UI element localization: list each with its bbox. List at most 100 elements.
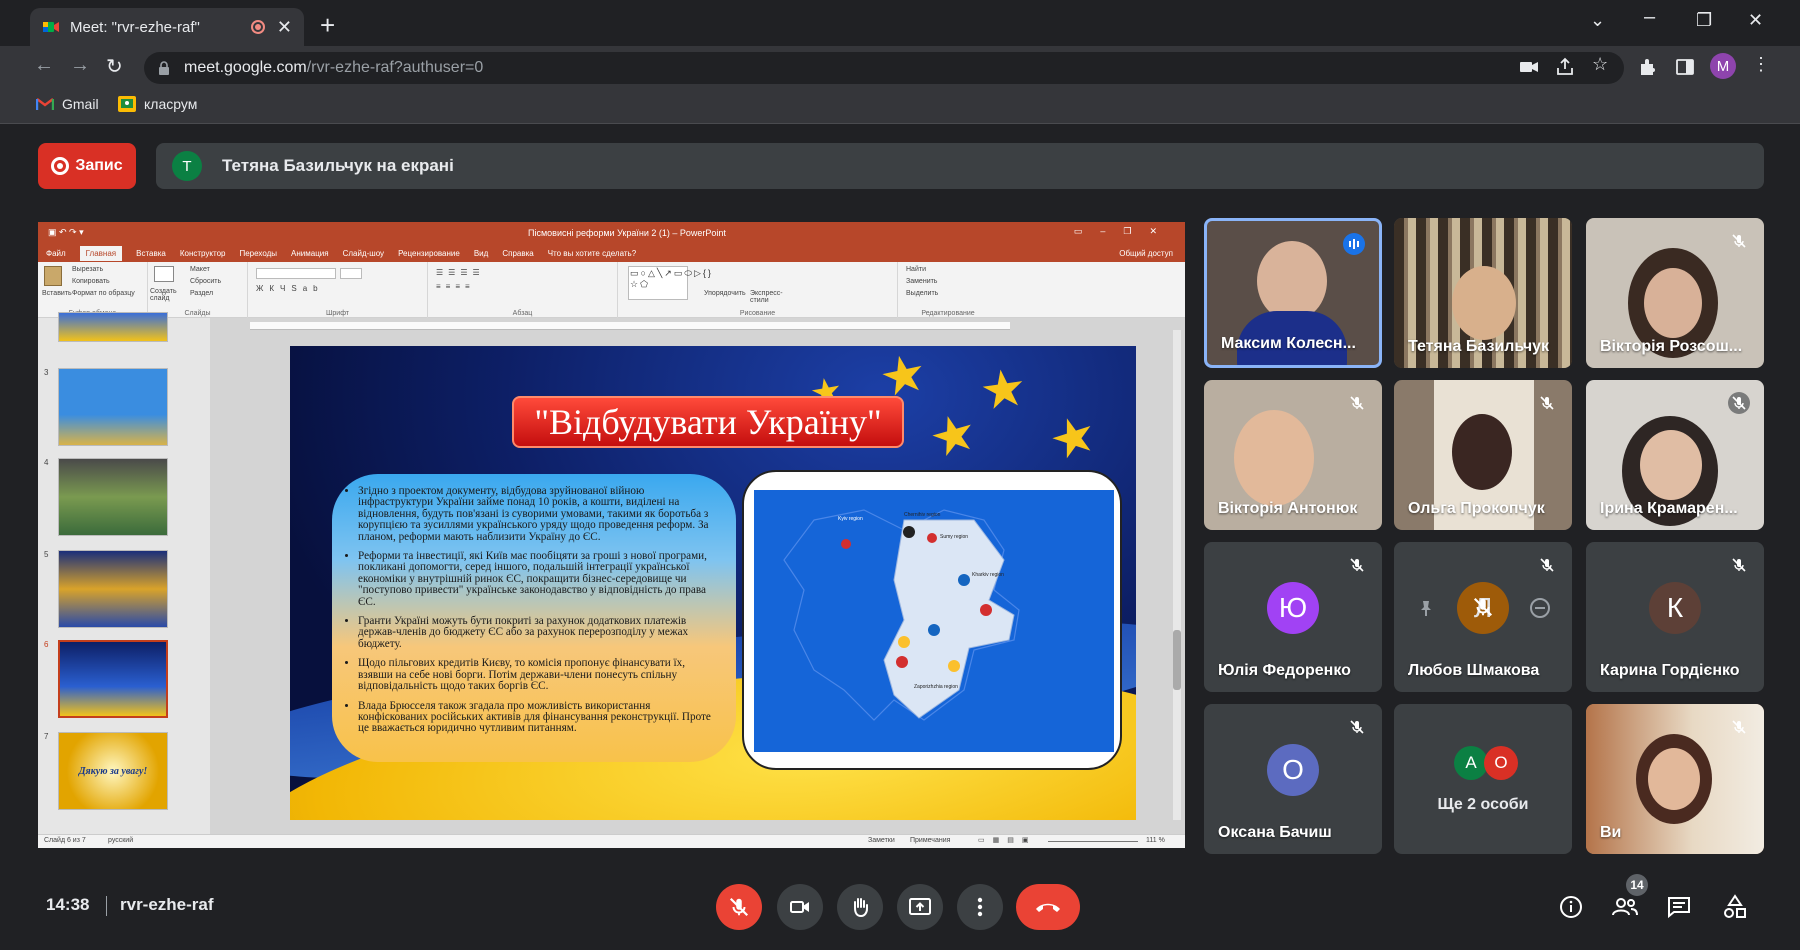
- slide-thumbnail-selected[interactable]: [58, 640, 168, 718]
- shapes-gallery[interactable]: ▭○△╲↗▭⬭▷{}☆⬠: [628, 266, 711, 300]
- participant-video: [1644, 268, 1702, 338]
- extensions-icon[interactable]: [1636, 56, 1658, 78]
- slide-thumbnail[interactable]: [58, 550, 168, 628]
- present-screen-button[interactable]: [897, 884, 943, 930]
- format-painter-button[interactable]: Формат по образцу: [72, 290, 135, 297]
- participant-tile[interactable]: Вікторія Антонюк: [1204, 380, 1382, 530]
- back-button[interactable]: ←: [34, 54, 54, 77]
- layout-button[interactable]: Макет: [190, 266, 210, 273]
- slide-thumbnail[interactable]: Дякую за увагу!: [58, 732, 168, 810]
- camera-toggle-button[interactable]: [777, 884, 823, 930]
- current-slide[interactable]: ★ ★ ★ ★ ★ "Відбудувати Україну" Згідно з…: [290, 346, 1136, 820]
- bookmark-star-icon[interactable]: ☆: [1592, 54, 1614, 76]
- more-options-button[interactable]: [957, 884, 1003, 930]
- tab-search-icon[interactable]: ⌄: [1590, 10, 1605, 31]
- ribbon-tab[interactable]: Анимация: [291, 249, 329, 258]
- participant-tile[interactable]: Тетяна Базильчук: [1394, 218, 1572, 368]
- participant-tile[interactable]: Максим Колесн...: [1204, 218, 1382, 368]
- record-label: Запис: [75, 157, 123, 174]
- ribbon-tab-active[interactable]: Главная: [79, 245, 123, 261]
- map-label: Zaporizhzhia region: [914, 684, 958, 690]
- ribbon-tab[interactable]: Переходы: [239, 249, 277, 258]
- zoom-slider[interactable]: [1048, 841, 1138, 842]
- section-button[interactable]: Раздел: [190, 290, 213, 297]
- quick-styles-button[interactable]: Экспресс-стили: [750, 290, 790, 304]
- zoom-level[interactable]: 111 %: [1146, 837, 1165, 844]
- close-tab-icon[interactable]: ✕: [277, 17, 292, 38]
- slide-thumbnail[interactable]: [58, 312, 168, 342]
- maximize-window-button[interactable]: ❐: [1696, 10, 1712, 31]
- participant-tile[interactable]: Вікторія Розсош...: [1586, 218, 1764, 368]
- mic-off-overlay-icon[interactable]: [1472, 596, 1494, 618]
- paste-icon[interactable]: [44, 266, 62, 286]
- participant-tile-hovered[interactable]: Л Любов Шмакова: [1394, 542, 1572, 692]
- participant-tile[interactable]: Ю Юлія Федоренко: [1204, 542, 1382, 692]
- chat-button[interactable]: [1665, 893, 1693, 921]
- participant-tile[interactable]: Ольга Прокопчук: [1394, 380, 1572, 530]
- participant-tile-self[interactable]: Ви: [1586, 704, 1764, 854]
- slide-thumbnail[interactable]: [58, 368, 168, 446]
- ribbon-tab[interactable]: Файл: [46, 249, 66, 258]
- ribbon-tab[interactable]: Слайд-шоу: [343, 249, 384, 258]
- forward-button[interactable]: →: [70, 54, 90, 77]
- new-tab-button[interactable]: +: [320, 12, 335, 38]
- find-button[interactable]: Найти: [906, 266, 926, 273]
- vertical-scrollbar[interactable]: [1173, 330, 1181, 820]
- participant-name: Максим Колесн...: [1221, 335, 1356, 352]
- participant-tile[interactable]: К Карина Гордієнко: [1586, 542, 1764, 692]
- activities-button[interactable]: [1721, 893, 1749, 921]
- browser-tab-meet[interactable]: Meet: "rvr-ezhe-raf" ✕: [30, 8, 304, 46]
- scrollbar-thumb[interactable]: [1173, 630, 1181, 690]
- side-panel-icon[interactable]: [1674, 56, 1696, 78]
- font-format-icons[interactable]: ЖКЧSab: [256, 284, 324, 293]
- participant-tile[interactable]: О Оксана Бачиш: [1204, 704, 1382, 854]
- reset-button[interactable]: Сбросить: [190, 278, 221, 285]
- pin-icon[interactable]: [1416, 598, 1436, 618]
- more-participants-tile[interactable]: А О Ще 2 особи: [1394, 704, 1572, 854]
- notes-button[interactable]: Заметки: [868, 837, 895, 844]
- reload-button[interactable]: ↻: [106, 54, 123, 79]
- slide-thumbnail[interactable]: [58, 458, 168, 536]
- ribbon-tab[interactable]: Вид: [474, 249, 488, 258]
- recording-button[interactable]: Запис: [38, 143, 136, 189]
- font-size-input[interactable]: [340, 268, 362, 279]
- remove-icon[interactable]: [1530, 598, 1550, 618]
- people-button[interactable]: [1611, 893, 1639, 921]
- select-button[interactable]: Выделить: [906, 290, 938, 297]
- meeting-details-button[interactable]: [1557, 893, 1585, 921]
- more-participants-label: Ще 2 особи: [1437, 796, 1529, 813]
- bookmark-gmail[interactable]: Gmail: [36, 96, 99, 112]
- bullet-item: Влада Брюсселя також згадала про можливі…: [358, 700, 718, 735]
- participant-name: Оксана Бачиш: [1218, 824, 1332, 841]
- list-icons[interactable]: ☰☰☰☰: [436, 268, 485, 277]
- new-slide-icon[interactable]: [154, 266, 174, 282]
- copy-button[interactable]: Копировать: [72, 278, 110, 285]
- address-bar[interactable]: meet.google.com/rvr-ezhe-raf?authuser=0: [144, 52, 1624, 84]
- share-button[interactable]: Общий доступ: [1119, 249, 1173, 258]
- comments-button[interactable]: Примечания: [910, 837, 950, 844]
- tell-me-box[interactable]: Что вы хотите сделать?: [548, 249, 636, 258]
- browser-menu-icon[interactable]: ⋮: [1752, 54, 1774, 76]
- camera-permission-icon[interactable]: [1518, 56, 1540, 78]
- ribbon-tab[interactable]: Рецензирование: [398, 249, 460, 258]
- ribbon-tab[interactable]: Конструктор: [180, 249, 226, 258]
- share-icon[interactable]: [1554, 56, 1576, 78]
- profile-avatar[interactable]: M: [1710, 53, 1736, 79]
- view-buttons[interactable]: ▭▦▤▣: [978, 836, 1036, 844]
- raise-hand-button[interactable]: [837, 884, 883, 930]
- participant-avatar: О: [1267, 744, 1319, 796]
- arrange-button[interactable]: Упорядочить: [704, 290, 746, 297]
- align-icons[interactable]: ≡≡≡≡: [436, 282, 475, 291]
- participant-tile[interactable]: Ірина Крамарен...: [1586, 380, 1764, 530]
- mic-toggle-button[interactable]: [716, 884, 762, 930]
- font-name-input[interactable]: [256, 268, 336, 279]
- leave-call-button[interactable]: [1016, 884, 1080, 930]
- bookmark-classroom[interactable]: класрум: [118, 96, 197, 112]
- ribbon-tab[interactable]: Вставка: [136, 249, 166, 258]
- close-window-button[interactable]: ✕: [1748, 10, 1763, 31]
- ribbon-tab[interactable]: Справка: [502, 249, 533, 258]
- language-indicator[interactable]: русский: [108, 837, 133, 844]
- replace-button[interactable]: Заменить: [906, 278, 937, 285]
- minimize-window-button[interactable]: –: [1644, 6, 1655, 29]
- cut-button[interactable]: Вырезать: [72, 266, 103, 273]
